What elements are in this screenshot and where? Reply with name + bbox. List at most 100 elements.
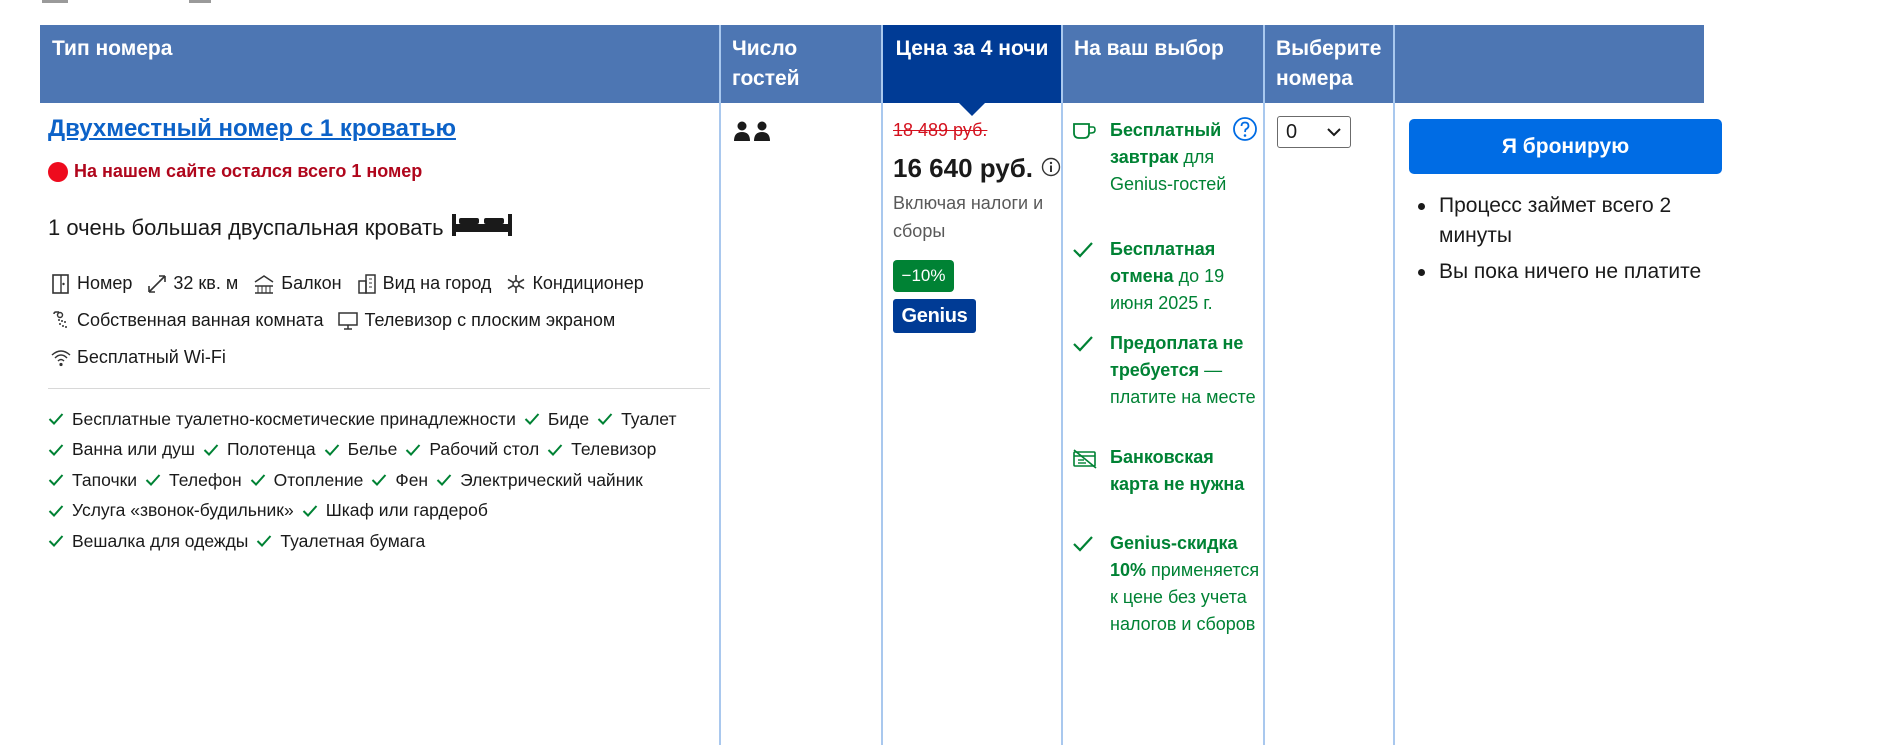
current-price: 16 640 руб. [893,153,1061,184]
guests-count [733,120,773,147]
condition-item: Бесплатная отмена до 19 июня 2025 г. [1072,236,1262,317]
check-icon [48,444,64,456]
amenity-item: Вешалка для одежды [48,531,248,552]
column-divider [1061,25,1063,745]
amenity-label: Рабочий стол [429,439,540,460]
amenity-item: Туалет [597,409,676,430]
facility-tv: Телевизор с плоским экраном [337,310,615,332]
check-icon [406,444,421,456]
amenity-label: Фен [395,469,429,490]
scarcity-text: На нашем сайте остался всего 1 номер [74,161,423,181]
check-icon [324,444,339,456]
amenities-list: Бесплатные туалетно-косметические принад… [48,404,728,557]
scarcity-message: На нашем сайте остался всего 1 номер [48,161,422,182]
balcony-icon [254,274,274,294]
amenity-label: Туалет [621,408,677,429]
check-icon [436,474,452,487]
no-card-icon [1072,444,1110,498]
two-persons-icon [734,121,770,141]
check-icon [1072,236,1110,317]
amenity-label: Вешалка для одежды [72,530,249,551]
amenity-item: Телевизор [547,439,656,460]
help-icon[interactable] [1232,116,1258,147]
amenity-label: Отопление [273,469,364,490]
amenity-item: Полотенца [203,439,316,460]
column-divider [719,25,721,745]
amenity-item: Шкаф или гардероб [302,500,488,521]
check-icon [547,444,563,456]
chevron-down-icon [1327,128,1341,137]
condition-text: Банковская карта не нужна [1110,444,1260,498]
check-icon [48,413,64,426]
red-dot-icon [48,161,68,182]
amenity-label: Телефон [169,469,242,490]
amenity-label: Шкаф или гардероб [325,500,488,521]
amenity-item: Услуга «звонок-будильник» [48,500,294,521]
condition-text: Genius-скидка 10% применяется к цене без… [1110,530,1260,638]
check-icon [1072,530,1110,638]
bath-icon [53,310,67,328]
facility-air-conditioning: Кондиционер [505,273,644,295]
amenity-item: Биде [524,409,589,430]
check-icon [48,505,64,517]
amenity-label: Туалетная бумага [280,530,426,551]
top-stub-right [189,0,211,3]
check-icon [372,474,387,487]
book-button[interactable]: Я бронирую [1409,119,1722,174]
bed-icon [450,212,514,244]
rooms-select[interactable]: 0 [1277,116,1351,148]
bed-info: 1 очень большая двуспальная кровать [48,212,514,244]
amenity-label: Ванна или душ [72,439,195,460]
condition-item: Предоплата не требуется — платите на мес… [1072,330,1262,411]
amenities-row: Бесплатные туалетно-косметические принад… [48,404,728,435]
amenity-item: Бесплатные туалетно-косметические принад… [48,409,516,430]
booking-note: Процесс займет всего 2 минуты [1412,191,1712,251]
header-select: Выберите номера [1276,37,1382,90]
room-title-link[interactable]: Двухместный номер с 1 кроватью [48,115,456,143]
city-view-icon [357,273,376,294]
amenity-item: Белье [324,439,398,460]
info-icon[interactable] [1041,153,1061,184]
taxes-note: Включая налоги и сборы [893,193,1044,241]
amenities-row: Услуга «звонок-будильник» Шкаф или гардер… [48,496,728,527]
amenity-label: Бесплатные туалетно-косметические принад… [72,408,516,429]
amenity-item: Отопление [250,469,364,491]
column-divider [1263,25,1265,745]
condition-bold: Предоплата не требуется [1110,333,1244,380]
column-divider [1393,25,1395,745]
condition-text: Бесплатная отмена до 19 июня 2025 г. [1110,236,1260,317]
amenity-label: Электрический чайник [460,469,643,490]
check-icon [145,474,161,487]
check-icon [250,474,265,487]
amenity-label: Белье [347,439,398,460]
amenities-row: Ванна или душ Полотенца Белье Рабочий стол Т… [48,435,728,466]
bed-text: 1 очень большая двуспальная кровать [48,215,444,240]
wifi-icon [51,349,71,366]
header-price: Цена за 4 ночи [882,25,1062,116]
header-choice: На ваш выбор [1074,37,1224,60]
booking-note: Вы пока ничего не платите [1412,257,1712,287]
check-icon [48,474,64,487]
condition-bold: Банковская карта не нужна [1110,447,1245,494]
amenity-label: Полотенца [226,439,316,460]
check-icon [524,413,540,426]
amenity-label: Тапочки [72,469,138,490]
snowflake-icon [508,274,525,293]
facility-bathroom: Собственная ванная комната [50,310,323,332]
facility-room: Номер [50,273,132,295]
table-header: Тип номера Число гостей Цена за 4 ночи Н… [40,25,1704,116]
discount-badge: −10% [893,260,954,292]
header-guests: Число гостей [732,37,800,90]
check-icon [1072,330,1110,411]
facilities-list: Номер 32 кв. м Балкон Вид на город Конди… [50,265,710,376]
rooms-select-value: 0 [1286,120,1298,143]
amenity-label: Услуга «звонок-будильник» [72,500,294,521]
amenity-item: Туалетная бумага [256,531,425,552]
amenity-item: Тапочки [48,470,137,491]
old-price: 18 489 руб. [893,120,988,140]
cup-icon [1072,117,1110,198]
condition-item: Банковская карта не нужна [1072,444,1262,498]
current-price-value: 16 640 руб. [893,153,1034,183]
check-icon [203,444,219,456]
amenity-item: Рабочий стол [405,439,539,460]
